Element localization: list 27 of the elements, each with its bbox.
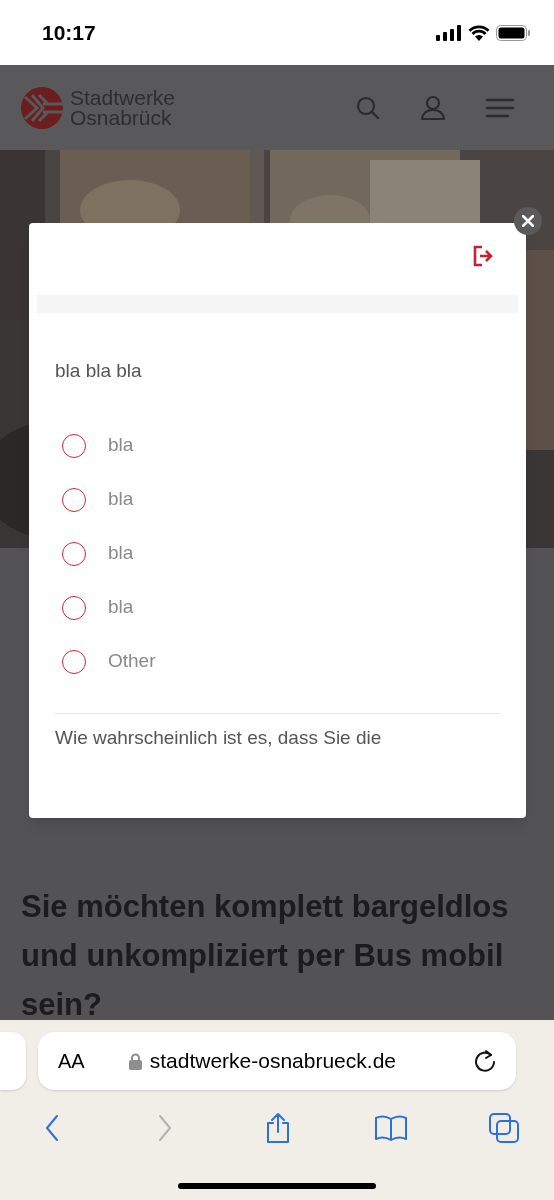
book-icon <box>374 1114 408 1142</box>
exit-icon[interactable] <box>472 245 494 267</box>
text-size-button[interactable]: AA <box>58 1046 85 1076</box>
url-text: stadtwerke-osnabrueck.de <box>149 1048 396 1075</box>
status-time: 10:17 <box>42 19 96 46</box>
radio-option[interactable]: bla <box>62 430 526 461</box>
share-icon <box>264 1112 292 1144</box>
radio-option[interactable]: Other <box>62 646 526 677</box>
question-text: Wie wahrscheinlich ist es, dass Sie die <box>55 725 383 750</box>
radio-option[interactable]: bla <box>62 538 526 569</box>
address-bar[interactable]: AA stadtwerke-osnabrueck.de <box>38 1032 516 1090</box>
wifi-icon <box>468 24 490 41</box>
reload-icon[interactable] <box>474 1049 496 1073</box>
battery-icon <box>496 24 530 41</box>
tabs-icon <box>488 1112 520 1144</box>
radio-option[interactable]: bla <box>62 484 526 515</box>
forward-icon <box>157 1114 173 1142</box>
lock-icon <box>128 1052 142 1070</box>
question-text: bla bla bla <box>55 359 143 383</box>
radio-option[interactable]: bla <box>62 592 526 623</box>
user-icon[interactable] <box>420 94 446 121</box>
back-icon <box>44 1114 60 1142</box>
search-icon[interactable] <box>356 95 380 120</box>
close-icon <box>522 215 534 227</box>
menu-icon[interactable] <box>486 97 514 118</box>
logo-icon <box>21 86 63 129</box>
signal-icon <box>436 24 462 41</box>
